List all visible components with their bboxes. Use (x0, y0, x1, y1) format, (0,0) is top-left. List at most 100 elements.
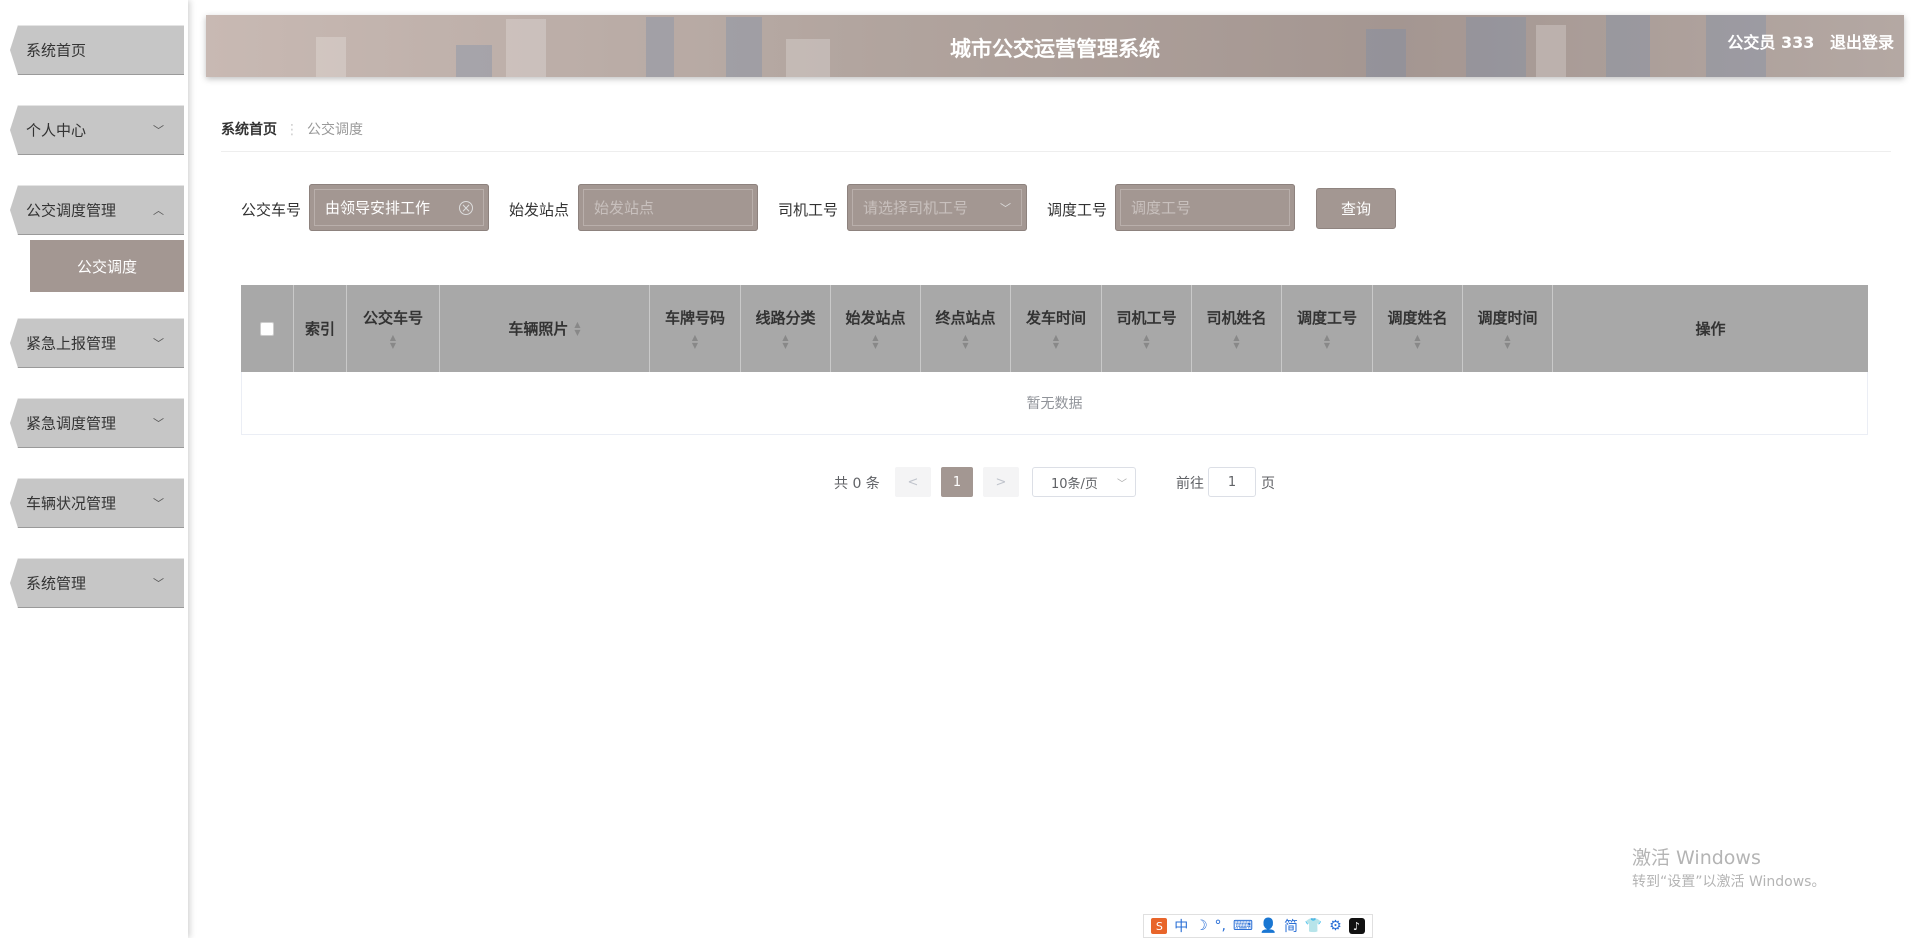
bus-no-value: 由领导安排工作 (325, 199, 431, 217)
pagination-total: 共 0 条 (834, 476, 880, 492)
ime-keyboard-icon[interactable]: ⌨ (1233, 918, 1253, 934)
column-header-label: 线路分类 (755, 309, 816, 327)
ime-skin-icon[interactable]: 👕 (1305, 918, 1322, 934)
goto-page-input[interactable]: 1 (1208, 467, 1256, 497)
sort-icon[interactable]: ▲ ▼ (1504, 334, 1510, 350)
query-button[interactable]: 查询 (1316, 188, 1396, 229)
header-banner: 城市公交运营管理系统 公交员 333 退出登录 (206, 15, 1904, 77)
ime-simplified-icon[interactable]: 简 (1284, 916, 1298, 936)
column-header-plate-no[interactable]: 车牌号码 ▲ ▼ (650, 285, 741, 372)
column-header-dispatch-time[interactable]: 调度时间 ▲ ▼ (1463, 285, 1553, 372)
chevron-up-icon: ︿ (153, 204, 164, 217)
ime-punctuation-icon[interactable]: °, (1214, 918, 1225, 934)
column-header-label: 公交车号 (362, 309, 423, 327)
column-header-label: 发车时间 (1025, 309, 1086, 327)
submenu-item-bus-dispatch[interactable]: 公交调度 (30, 240, 184, 292)
windows-activation-subtitle: 转到“设置”以激活 Windows。 (1632, 874, 1826, 890)
clear-icon[interactable]: × (459, 200, 473, 215)
breadcrumb-current: 公交调度 (307, 122, 363, 138)
header-user-area: 公交员 333 退出登录 (1717, 29, 1894, 53)
column-header-end-station[interactable]: 终点站点 ▲ ▼ (921, 285, 1011, 372)
select-all-checkbox[interactable] (260, 321, 274, 336)
column-header-driver-name[interactable]: 司机姓名 ▲ ▼ (1192, 285, 1282, 372)
driver-no-placeholder: 请选择司机工号 (863, 199, 969, 217)
sort-icon[interactable]: ▲ ▼ (390, 334, 396, 350)
column-header-label: 操作 (1695, 320, 1726, 338)
column-header-label: 司机姓名 (1206, 309, 1267, 327)
chevron-down-icon: ﹀ (153, 577, 164, 590)
breadcrumb-home[interactable]: 系统首页 (221, 122, 277, 138)
driver-no-input[interactable]: 请选择司机工号 ﹀ (852, 189, 1022, 226)
column-header-index: 索引 (294, 285, 347, 372)
sidebar-item-label: 系统管理 (26, 574, 87, 593)
sidebar-item-label: 公交调度管理 (26, 201, 117, 220)
column-header-vehicle-photo[interactable]: 车辆照片 ▲ ▼ (440, 285, 650, 372)
sort-icon[interactable]: ▲ ▼ (1143, 334, 1149, 350)
sort-icon[interactable]: ▲ ▼ (1053, 334, 1059, 350)
sort-icon[interactable]: ▲ ▼ (574, 320, 580, 337)
column-header-label: 终点站点 (935, 309, 996, 327)
start-station-field[interactable]: 始发站点 (578, 184, 758, 231)
column-header-depart-time[interactable]: 发车时间 ▲ ▼ (1011, 285, 1102, 372)
ime-user-icon[interactable]: 👤 (1260, 918, 1277, 934)
column-header-label: 索引 (304, 320, 335, 338)
divider (221, 151, 1891, 152)
sidebar-item-bus-dispatch-management[interactable]: 公交调度管理 ︿ (10, 185, 184, 235)
prev-page-button[interactable]: < (895, 467, 931, 497)
empty-text: 暂无数据 (1026, 396, 1083, 412)
sidebar-item-home[interactable]: 系统首页 (10, 25, 184, 75)
breadcrumb-separator: ⋮ (285, 122, 299, 138)
column-header-actions: 操作 (1553, 285, 1868, 372)
sort-icon[interactable]: ▲ ▼ (782, 334, 788, 350)
sidebar-item-emergency-report[interactable]: 紧急上报管理 ﹀ (10, 318, 184, 368)
page-size-select[interactable]: 10条/页 ﹀ (1032, 467, 1136, 497)
logout-button[interactable]: 退出登录 (1830, 33, 1894, 52)
table-header: 索引 公交车号 ▲ ▼ 车辆照片 ▲ ▼ 车牌号码 ▲ ▼ 线路分类 ▲ ▼ 始发站点 ▲ ▼ 终点… (241, 285, 1868, 372)
column-header-label: 车牌号码 (664, 309, 725, 327)
driver-no-select[interactable]: 请选择司机工号 ﹀ (847, 184, 1027, 231)
next-page-button[interactable]: > (983, 467, 1019, 497)
ime-toolbar: S 中 ☽ °, ⌨ 👤 简 👕 ⚙ ♪ (1143, 914, 1373, 938)
start-station-input[interactable]: 始发站点 (583, 189, 753, 226)
sort-icon[interactable]: ▲ ▼ (872, 334, 878, 350)
ime-settings-icon[interactable]: ⚙ (1329, 918, 1342, 934)
sidebar: 系统首页 个人中心 ﹀ 公交调度管理 ︿ 公交调度 紧急上报管理 ﹀ 紧急调度管… (0, 0, 188, 938)
column-header-driver-no[interactable]: 司机工号 ▲ ▼ (1102, 285, 1192, 372)
app-title: 城市公交运营管理系统 (950, 37, 1160, 61)
chevron-down-icon: ﹀ (153, 417, 164, 430)
column-header-dispatch-no[interactable]: 调度工号 ▲ ▼ (1282, 285, 1373, 372)
dispatch-no-label: 调度工号 (1047, 201, 1108, 219)
page-size-value: 10条/页 (1051, 476, 1098, 492)
column-header-start-station[interactable]: 始发站点 ▲ ▼ (831, 285, 921, 372)
sidebar-item-personal-center[interactable]: 个人中心 ﹀ (10, 105, 184, 155)
sidebar-item-label: 车辆状况管理 (26, 494, 117, 513)
chevron-down-icon: ﹀ (1117, 478, 1127, 490)
sort-icon[interactable]: ▲ ▼ (1414, 334, 1420, 350)
sort-icon[interactable]: ▲ ▼ (1324, 334, 1330, 350)
sort-icon[interactable]: ▲ ▼ (962, 334, 968, 350)
bus-no-field[interactable]: 由领导安排工作 × (309, 184, 489, 231)
breadcrumb: 系统首页 ⋮ 公交调度 (221, 119, 363, 139)
sort-icon[interactable]: ▲ ▼ (692, 334, 698, 350)
column-header-label: 始发站点 (845, 309, 906, 327)
column-header-route-type[interactable]: 线路分类 ▲ ▼ (741, 285, 831, 372)
sidebar-item-label: 紧急调度管理 (26, 414, 117, 433)
ime-logo-icon[interactable]: S (1151, 918, 1168, 934)
page-number-button[interactable]: 1 (941, 467, 973, 497)
sidebar-item-emergency-dispatch[interactable]: 紧急调度管理 ﹀ (10, 398, 184, 448)
column-header-bus-no[interactable]: 公交车号 ▲ ▼ (347, 285, 440, 372)
bus-no-input[interactable]: 由领导安排工作 × (314, 189, 484, 226)
sidebar-item-system-management[interactable]: 系统管理 ﹀ (10, 558, 184, 608)
sidebar-item-vehicle-status[interactable]: 车辆状况管理 ﹀ (10, 478, 184, 528)
data-table: 索引 公交车号 ▲ ▼ 车辆照片 ▲ ▼ 车牌号码 ▲ ▼ 线路分类 ▲ ▼ 始发站点 ▲ ▼ 终点… (241, 285, 1868, 435)
sidebar-item-label: 紧急上报管理 (26, 334, 117, 353)
column-header-label: 调度姓名 (1387, 309, 1448, 327)
ime-chinese-mode-icon[interactable]: 中 (1174, 916, 1188, 936)
ime-moon-icon[interactable]: ☽ (1195, 918, 1208, 934)
dispatch-no-field[interactable]: 调度工号 (1115, 184, 1295, 231)
column-header-dispatch-name[interactable]: 调度姓名 ▲ ▼ (1373, 285, 1463, 372)
tiktok-icon[interactable]: ♪ (1348, 918, 1365, 934)
sort-icon[interactable]: ▲ ▼ (1233, 334, 1239, 350)
chevron-down-icon: ﹀ (1000, 201, 1011, 215)
dispatch-no-input[interactable]: 调度工号 (1120, 189, 1290, 226)
